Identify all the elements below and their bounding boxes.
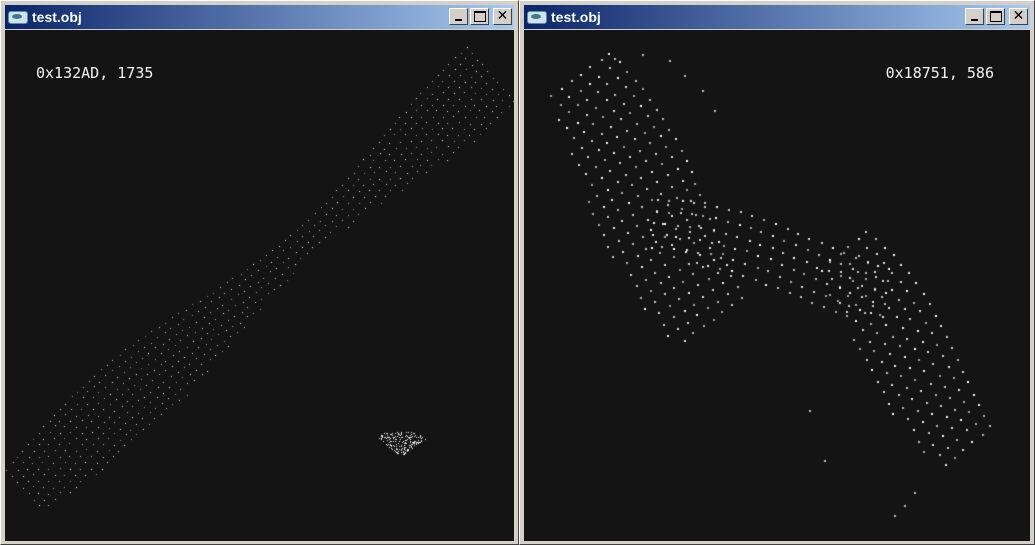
window-title: test.obj [551,9,601,25]
title-bar[interactable]: test.obj ✕ [524,5,1030,29]
maximize-button[interactable] [986,8,1005,25]
minimize-button[interactable] [449,8,468,25]
close-button[interactable]: ✕ [1009,8,1028,25]
point-cloud-viewport[interactable]: 0x18751, 586 [524,30,1032,543]
app-window-icon[interactable] [527,10,547,24]
point-cloud-canvas[interactable] [5,30,516,543]
point-cloud-canvas[interactable] [524,30,1032,543]
viewer-window-right: test.obj ✕ 0x18751, 586 [519,0,1035,545]
viewer-window-left: test.obj ✕ 0x132AD, 1735 [0,0,519,545]
app-window-icon[interactable] [8,10,28,24]
readout-text: 0x132AD, 1735 [36,64,154,82]
title-bar[interactable]: test.obj ✕ [5,5,514,29]
maximize-button[interactable] [470,8,489,25]
minimize-button[interactable] [965,8,984,25]
window-title: test.obj [32,9,82,25]
readout-text: 0x18751, 586 [885,64,994,82]
point-cloud-viewport[interactable]: 0x132AD, 1735 [5,30,516,543]
close-button[interactable]: ✕ [493,8,512,25]
